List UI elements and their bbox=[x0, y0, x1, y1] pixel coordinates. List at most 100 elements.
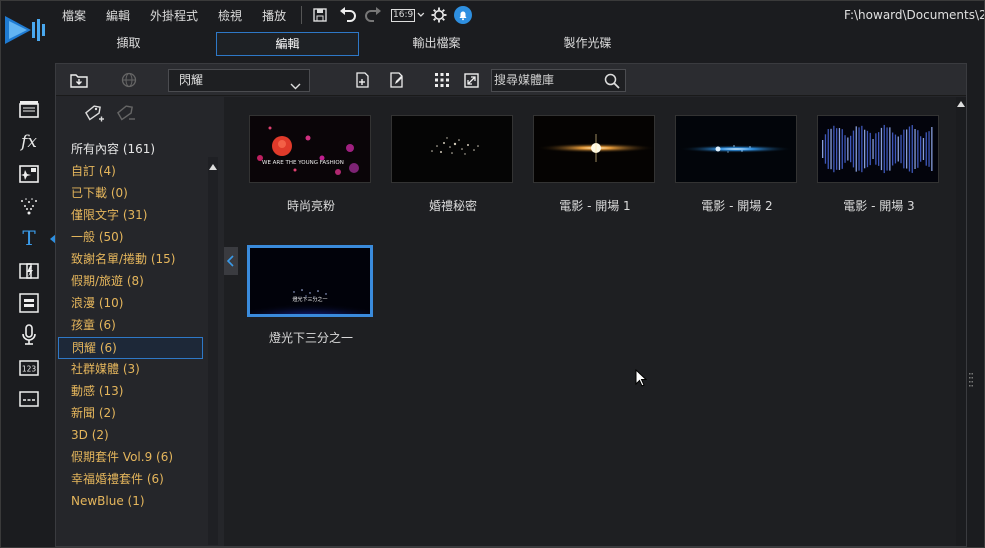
waveform-bar bbox=[908, 126, 911, 172]
category-item[interactable]: 假期套件 Vol.9 (6) bbox=[57, 447, 207, 469]
aspect-ratio-selector[interactable]: 16:9 bbox=[391, 6, 425, 24]
template-thumbnail bbox=[533, 115, 655, 183]
template-item-selected[interactable]: 燈光下三分之一 燈光下三分之一 bbox=[247, 245, 375, 346]
template-item[interactable]: 電影 - 開場 1 bbox=[533, 115, 657, 214]
category-dropdown[interactable]: 閃耀 bbox=[168, 69, 310, 92]
app-window: 檔案 編輯 外掛程式 檢視 播放 16:9 F:\howard\Document… bbox=[0, 0, 985, 548]
menu-play[interactable]: 播放 bbox=[262, 7, 286, 24]
fx-room-icon[interactable]: fx bbox=[18, 131, 40, 153]
menu-bar: 檔案 編輯 外掛程式 檢視 播放 16:9 F:\howard\Document… bbox=[1, 1, 984, 44]
template-item[interactable]: 婚禮秘密 bbox=[391, 115, 515, 214]
category-item[interactable]: 所有內容 (161) bbox=[57, 139, 207, 161]
waveform-bar bbox=[855, 126, 857, 172]
category-item[interactable]: 僅限文字 (31) bbox=[57, 205, 207, 227]
menu-separator bbox=[301, 6, 302, 24]
media-room-icon[interactable] bbox=[18, 98, 40, 120]
microphone-icon[interactable] bbox=[18, 324, 40, 346]
waveform-bar bbox=[928, 131, 930, 167]
download-from-web-icon[interactable] bbox=[120, 71, 138, 89]
waveform-bar bbox=[864, 129, 866, 169]
search-placeholder: 搜尋媒體庫 bbox=[494, 73, 555, 87]
waveform-bar bbox=[847, 137, 849, 161]
chapter-room-icon[interactable]: 123 bbox=[18, 357, 40, 379]
waveform-bar bbox=[886, 127, 888, 171]
settings-gear-icon[interactable] bbox=[429, 6, 449, 24]
waveform-bar bbox=[922, 137, 925, 161]
category-item[interactable]: 3D (2) bbox=[57, 425, 207, 447]
waveform-bar bbox=[852, 130, 855, 168]
collapse-category-button[interactable] bbox=[224, 247, 238, 275]
undo-icon[interactable] bbox=[338, 6, 358, 24]
waveform-bar bbox=[827, 129, 829, 169]
waveform-bar bbox=[833, 125, 835, 173]
tab-edit[interactable]: 編輯 bbox=[216, 32, 359, 56]
panel-resize-grip[interactable] bbox=[969, 371, 973, 389]
waveform-bar bbox=[841, 129, 843, 169]
category-item[interactable]: 自訂 (4) bbox=[57, 161, 207, 183]
waveform-bar bbox=[872, 138, 874, 160]
template-title: 時尚亮粉 bbox=[286, 199, 335, 213]
mouse-cursor-icon bbox=[635, 368, 648, 391]
category-item[interactable]: 浪漫 (10) bbox=[57, 293, 207, 315]
template-item[interactable]: 電影 - 開場 2 bbox=[675, 115, 799, 214]
category-item[interactable]: 致謝名單/捲動 (15) bbox=[57, 249, 207, 271]
menu-edit[interactable]: 編輯 bbox=[106, 7, 130, 24]
subtitle-room-icon[interactable] bbox=[18, 388, 40, 410]
add-tag-icon[interactable] bbox=[83, 103, 105, 129]
waveform-bar bbox=[883, 124, 885, 174]
library-search-input[interactable]: 搜尋媒體庫 bbox=[491, 69, 626, 92]
waveform-bar bbox=[889, 127, 891, 171]
transition-room-icon[interactable] bbox=[18, 260, 40, 282]
tab-capture[interactable]: 擷取 bbox=[57, 32, 200, 56]
category-item[interactable]: 已下載 (0) bbox=[57, 183, 207, 205]
scroll-up-arrow-icon[interactable] bbox=[956, 99, 966, 109]
title-room-icon[interactable]: T bbox=[18, 226, 40, 250]
waveform-bar bbox=[878, 132, 880, 166]
template-item[interactable]: 電影 - 開場 3 bbox=[817, 115, 941, 214]
pip-room-icon[interactable] bbox=[18, 163, 40, 185]
tab-create-disc[interactable]: 製作光碟 bbox=[516, 32, 659, 56]
template-grid: WE ARE THE YOUNG FASHION 時尚亮粉 婚禮秘密 電影 - … bbox=[224, 97, 966, 546]
chevron-left-icon bbox=[227, 255, 234, 267]
project-path: F:\howard\Documents\2 bbox=[844, 8, 984, 22]
main-menu: 檔案 編輯 外掛程式 檢視 播放 bbox=[62, 7, 306, 24]
search-icon[interactable] bbox=[604, 73, 620, 96]
template-title: 燈光下三分之一 bbox=[268, 331, 353, 345]
menu-view[interactable]: 檢視 bbox=[218, 7, 242, 24]
template-item[interactable]: WE ARE THE YOUNG FASHION 時尚亮粉 bbox=[249, 115, 373, 214]
waveform-bar bbox=[836, 128, 838, 170]
new-title-template-icon[interactable] bbox=[354, 71, 372, 89]
category-item[interactable]: 假期/旅遊 (8) bbox=[57, 271, 207, 293]
import-media-icon[interactable] bbox=[70, 71, 88, 89]
particle-room-icon[interactable] bbox=[18, 195, 40, 217]
edit-template-icon[interactable] bbox=[388, 71, 406, 89]
redo-icon[interactable] bbox=[363, 6, 383, 24]
category-item[interactable]: NewBlue (1) bbox=[57, 491, 207, 513]
aspect-ratio-value: 16:9 bbox=[391, 8, 416, 22]
tab-produce[interactable]: 輸出檔案 bbox=[365, 32, 508, 56]
category-item[interactable]: 孩童 (6) bbox=[57, 315, 207, 337]
category-item[interactable]: 幸福婚禮套件 (6) bbox=[57, 469, 207, 491]
template-title: 電影 - 開場 1 bbox=[559, 199, 631, 213]
menu-designer-icon[interactable] bbox=[18, 292, 40, 314]
notification-bell-icon[interactable] bbox=[453, 6, 473, 24]
remove-tag-icon[interactable] bbox=[115, 103, 137, 129]
grid-view-icon[interactable] bbox=[433, 71, 451, 89]
category-item[interactable]: 動感 (13) bbox=[57, 381, 207, 403]
category-dropdown-value: 閃耀 bbox=[179, 73, 204, 87]
menu-file[interactable]: 檔案 bbox=[62, 7, 86, 24]
waveform-bar bbox=[911, 125, 913, 173]
category-item[interactable]: 一般 (50) bbox=[57, 227, 207, 249]
category-item-selected[interactable]: 閃耀 (6) bbox=[58, 337, 203, 359]
category-item[interactable]: 社群媒體 (3) bbox=[57, 359, 207, 381]
template-thumbnail: 燈光下三分之一 bbox=[247, 245, 373, 317]
expand-library-icon[interactable] bbox=[462, 71, 480, 89]
menu-plugins[interactable]: 外掛程式 bbox=[150, 7, 198, 24]
template-title: 電影 - 開場 2 bbox=[701, 199, 773, 213]
category-item[interactable]: 新聞 (2) bbox=[57, 403, 207, 425]
category-scrollbar[interactable] bbox=[208, 157, 218, 545]
save-icon[interactable] bbox=[311, 6, 329, 24]
scroll-up-arrow-icon[interactable] bbox=[208, 157, 218, 170]
library-toolbar: 閃耀 搜尋媒體庫 bbox=[56, 64, 966, 96]
template-grid-scrollbar[interactable] bbox=[956, 97, 966, 546]
